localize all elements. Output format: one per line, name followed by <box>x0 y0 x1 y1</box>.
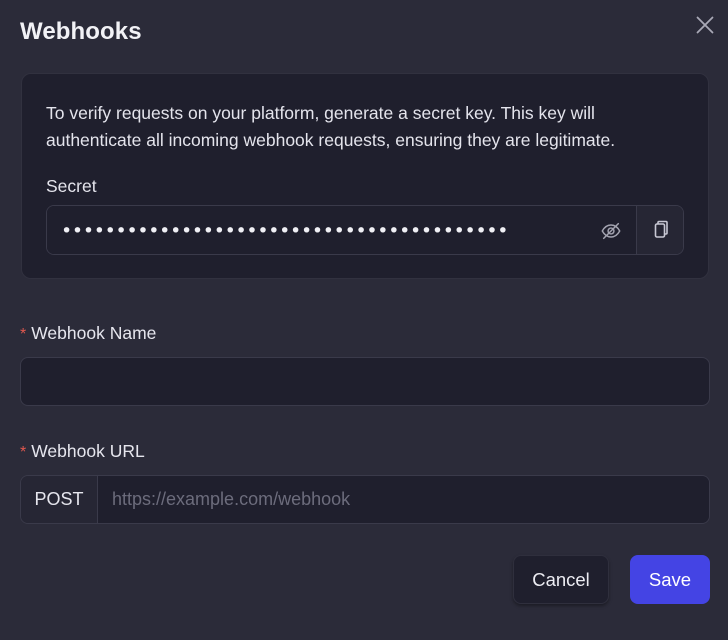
close-button[interactable] <box>692 12 718 38</box>
webhook-name-label-text: Webhook Name <box>31 323 157 343</box>
webhook-name-label: * Webhook Name <box>20 323 156 344</box>
http-method-addon: POST <box>21 476 98 523</box>
close-icon <box>696 16 714 34</box>
required-marker: * <box>20 326 27 343</box>
eye-off-icon <box>601 222 621 240</box>
dialog-title: Webhooks <box>20 18 142 45</box>
webhook-url-label-text: Webhook URL <box>31 441 145 461</box>
webhook-url-label: * Webhook URL <box>20 441 145 462</box>
copy-icon <box>654 220 668 238</box>
webhook-url-input[interactable] <box>98 476 709 523</box>
secret-input-group: ••••••••••••••••••••••••••••••••••••••••… <box>46 205 684 255</box>
required-marker: * <box>20 444 27 461</box>
cancel-button[interactable]: Cancel <box>513 555 609 604</box>
copy-button[interactable] <box>636 206 683 254</box>
save-button[interactable]: Save <box>630 555 710 604</box>
secret-value: ••••••••••••••••••••••••••••••••••••••••… <box>61 219 509 242</box>
toggle-visibility-button[interactable] <box>598 218 624 244</box>
secret-label: Secret <box>46 176 97 196</box>
secret-field[interactable]: ••••••••••••••••••••••••••••••••••••••••… <box>47 206 636 254</box>
secret-description: To verify requests on your platform, gen… <box>46 103 616 150</box>
webhook-name-input[interactable] <box>20 357 710 406</box>
secret-panel: To verify requests on your platform, gen… <box>21 73 709 279</box>
webhook-url-group: POST <box>20 475 710 524</box>
